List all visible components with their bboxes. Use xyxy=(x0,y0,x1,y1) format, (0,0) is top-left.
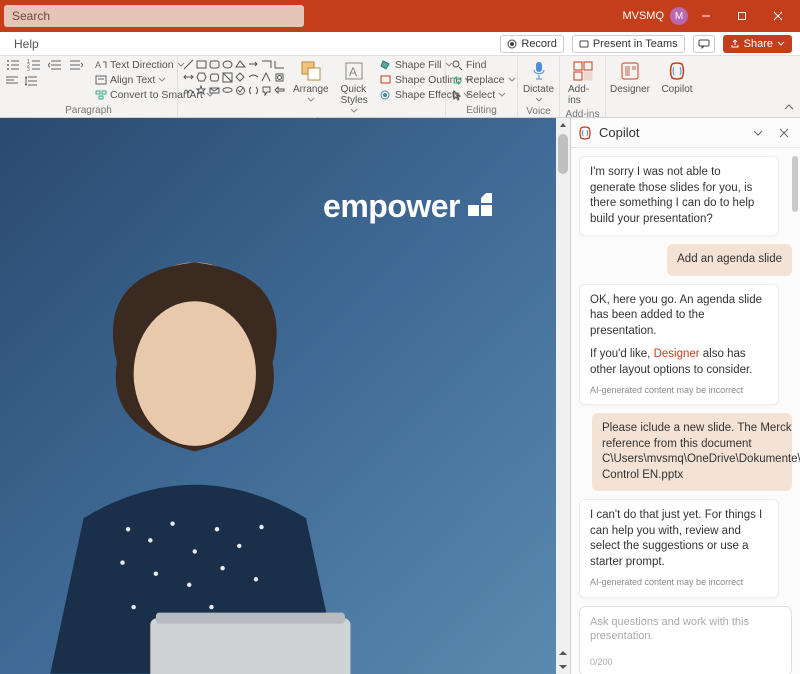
copilot-close-button[interactable] xyxy=(774,123,794,143)
slide-logo: empower xyxy=(323,188,496,225)
copilot-message-user: Please iclude a new slide. The Merck ref… xyxy=(592,413,792,491)
ai-disclaimer: AI-generated content may be incorrect xyxy=(590,384,768,396)
replace-button[interactable]: Replace xyxy=(450,73,518,87)
shapes-gallery[interactable] xyxy=(182,58,285,96)
bullets-button[interactable] xyxy=(4,58,22,72)
record-button[interactable]: Record xyxy=(500,35,563,53)
designer-button[interactable]: Designer xyxy=(606,58,654,97)
line-spacing-button[interactable] xyxy=(23,75,39,87)
copilot-header: Copilot xyxy=(571,118,800,148)
designer-link[interactable]: Designer xyxy=(654,348,700,360)
present-teams-button[interactable]: Present in Teams xyxy=(572,35,685,53)
copilot-message-assistant: OK, here you go. An agenda slide has bee… xyxy=(579,284,779,406)
scroll-thumb[interactable] xyxy=(558,134,568,174)
find-button[interactable]: Find xyxy=(450,58,518,72)
main-area: empower Copilot xyxy=(0,118,800,674)
ribbon-group-voice: Dictate Voice xyxy=(518,56,560,117)
copilot-message-assistant: I'm sorry I was not able to generate tho… xyxy=(579,156,779,236)
copilot-pane: Copilot I'm sorry I was not able to gene… xyxy=(570,118,800,674)
slide-image-person xyxy=(28,229,362,674)
select-button[interactable]: Select xyxy=(450,88,518,102)
copilot-conversation: I'm sorry I was not able to generate tho… xyxy=(571,148,800,674)
copilot-char-counter: 0/200 xyxy=(590,657,781,667)
ribbon-group-paragraph: 123 AText Direction Align Text Convert t… xyxy=(0,56,178,117)
record-icon xyxy=(507,39,517,49)
prev-slide-button[interactable] xyxy=(558,646,568,660)
text-direction-icon: A xyxy=(95,60,107,70)
share-icon xyxy=(730,39,740,49)
scroll-track[interactable] xyxy=(556,132,570,646)
slide-canvas[interactable]: empower xyxy=(0,118,556,674)
slide-area: empower xyxy=(0,118,570,674)
scroll-up-button[interactable] xyxy=(559,118,567,132)
next-slide-button[interactable] xyxy=(558,660,568,674)
search-input[interactable]: Search xyxy=(4,5,304,27)
quick-styles-button[interactable]: A Quick Styles xyxy=(337,58,372,116)
maximize-button[interactable] xyxy=(724,0,760,32)
copilot-icon xyxy=(666,60,688,82)
replace-icon xyxy=(452,75,463,86)
tab-help[interactable]: Help xyxy=(8,35,45,53)
copilot-message-assistant: I can't do that just yet. For things I c… xyxy=(579,499,779,597)
ribbon-group-copilot: Copilot xyxy=(654,56,700,117)
search-placeholder: Search xyxy=(12,9,50,23)
find-icon xyxy=(452,60,463,71)
arrange-icon xyxy=(300,60,322,82)
designer-icon xyxy=(619,60,641,82)
share-button[interactable]: Share xyxy=(723,35,792,53)
align-left-button[interactable] xyxy=(4,75,20,87)
ribbon-group-drawing: Arrange A Quick Styles Shape Fill Shape … xyxy=(178,56,446,117)
shape-fill-icon xyxy=(380,60,392,70)
copilot-logo-icon xyxy=(577,125,593,141)
quick-styles-icon: A xyxy=(343,60,365,82)
svg-text:A: A xyxy=(349,65,357,79)
comments-button[interactable] xyxy=(693,35,715,53)
minimize-button[interactable] xyxy=(688,0,724,32)
increase-indent-button[interactable] xyxy=(67,58,85,72)
avatar: M xyxy=(670,7,688,25)
close-button[interactable] xyxy=(760,0,796,32)
ribbon-group-addins: Add-ins Add-ins xyxy=(560,56,606,117)
chevron-down-icon xyxy=(777,40,785,48)
copilot-input-placeholder: Ask questions and work with this present… xyxy=(590,615,781,644)
ribbon-collapse-button[interactable] xyxy=(782,101,796,115)
user-account[interactable]: MVSMQ M xyxy=(622,7,688,25)
numbering-button[interactable]: 123 xyxy=(25,58,43,72)
secondary-bar: Help Record Present in Teams Share xyxy=(0,32,800,56)
username: MVSMQ xyxy=(622,10,664,22)
microphone-icon xyxy=(530,60,548,82)
copilot-input[interactable]: Ask questions and work with this present… xyxy=(579,606,792,674)
ribbon-group-label: Voice xyxy=(522,105,555,118)
copilot-scrollbar[interactable] xyxy=(792,156,798,212)
smartart-icon xyxy=(95,90,107,100)
ai-disclaimer: AI-generated content may be incorrect xyxy=(590,576,768,588)
arrange-button[interactable]: Arrange xyxy=(289,58,333,105)
dictate-button[interactable]: Dictate xyxy=(519,58,558,105)
ribbon-group-editing: Find Replace Select Editing xyxy=(446,56,518,117)
ribbon: 123 AText Direction Align Text Convert t… xyxy=(0,56,800,118)
copilot-title: Copilot xyxy=(599,125,742,140)
ribbon-group-designer: Designer xyxy=(606,56,654,117)
decrease-indent-button[interactable] xyxy=(46,58,64,72)
addins-icon xyxy=(572,60,594,82)
align-text-icon xyxy=(95,75,107,85)
shape-outline-icon xyxy=(380,75,392,85)
logo-text: empower xyxy=(323,188,460,225)
select-icon xyxy=(452,90,463,101)
titlebar: Search MVSMQ M xyxy=(0,0,800,32)
svg-text:A: A xyxy=(95,60,101,70)
ribbon-group-label: Paragraph xyxy=(4,104,173,117)
logo-mark-icon xyxy=(468,193,496,221)
teams-icon xyxy=(579,39,589,49)
shape-effects-icon xyxy=(380,90,392,100)
addins-button[interactable]: Add-ins xyxy=(564,58,601,108)
copilot-message-user: Add an agenda slide xyxy=(667,244,792,276)
copilot-expand-button[interactable] xyxy=(748,123,768,143)
comment-icon xyxy=(698,39,710,49)
ribbon-group-label: Editing xyxy=(450,104,513,117)
svg-text:3: 3 xyxy=(27,67,30,71)
copilot-button[interactable]: Copilot xyxy=(657,58,696,97)
vertical-scrollbar[interactable] xyxy=(556,118,570,674)
